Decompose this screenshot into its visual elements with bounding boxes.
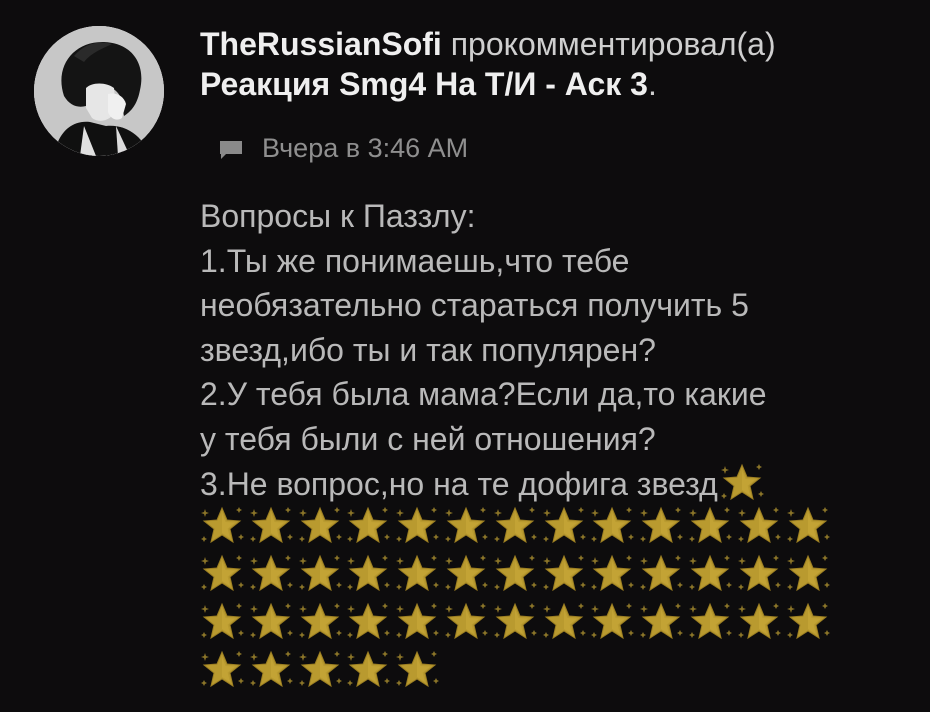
glowing-star-emoji (590, 504, 634, 548)
glowing-star-emoji (737, 600, 781, 644)
glowing-star-emoji (639, 600, 683, 644)
glowing-star-emoji (590, 600, 634, 644)
avatar[interactable] (34, 26, 164, 156)
glowing-star-emoji (786, 552, 830, 596)
glowing-star-emoji (298, 600, 342, 644)
star-row (200, 504, 900, 552)
body-line: необязательно стараться получить 5 (200, 287, 749, 323)
glowing-star-emoji (249, 648, 293, 692)
timestamp: Вчера в 3:46 AM (262, 132, 469, 163)
glowing-star-emoji (200, 504, 244, 548)
star-row (200, 648, 900, 696)
comment-meta: Вчера в 3:46 AM (218, 128, 468, 168)
body-line-text: 3.Не вопрос,но на те дофига звезд (200, 466, 718, 502)
glowing-star-emoji (249, 504, 293, 548)
glowing-star-emoji (298, 504, 342, 548)
glowing-star-emoji (542, 600, 586, 644)
glowing-star-emoji (395, 600, 439, 644)
body-line: 1.Ты же понимаешь,что тебе (200, 242, 630, 279)
star-row (200, 600, 900, 648)
avatar-image (34, 26, 164, 156)
comment-header: TheRussianSofi прокомментировал(а) Реакц… (200, 24, 920, 104)
glowing-star-emoji (737, 504, 781, 548)
glowing-star-emoji (786, 600, 830, 644)
comment-body: Вопросы к Паззлу: 1.Ты же понимаешь,что … (200, 194, 920, 507)
glowing-star-emoji (444, 600, 488, 644)
glowing-star-emoji (688, 552, 732, 596)
star-emoji-block (200, 504, 900, 696)
glowing-star-emoji (786, 504, 830, 548)
glowing-star-emoji (346, 552, 390, 596)
glowing-star-emoji (639, 504, 683, 548)
glowing-star-emoji (249, 600, 293, 644)
body-line: 2.У тебя была мама?Если да,то какие (200, 376, 767, 412)
glowing-star-emoji (200, 552, 244, 596)
post-title-suffix: . (647, 66, 657, 102)
username-link[interactable]: TheRussianSofi (200, 26, 442, 62)
glowing-star-emoji (737, 552, 781, 596)
glowing-star-emoji (493, 552, 537, 596)
post-title-link[interactable]: Реакция Smg4 На Т/И - Аск 3 (200, 66, 648, 102)
comment-icon (218, 137, 244, 159)
glowing-star-emoji (590, 552, 634, 596)
glowing-star-emoji (444, 552, 488, 596)
glowing-star-emoji (346, 600, 390, 644)
glowing-star-emoji (346, 504, 390, 548)
glowing-star-emoji (249, 552, 293, 596)
glowing-star-emoji (493, 504, 537, 548)
glowing-star-emoji (720, 461, 764, 505)
glowing-star-emoji (395, 552, 439, 596)
star-row (200, 552, 900, 600)
glowing-star-emoji (298, 648, 342, 692)
body-line-last: 3.Не вопрос,но на те дофига звезд (200, 461, 920, 507)
glowing-star-emoji (542, 552, 586, 596)
glowing-star-emoji (395, 504, 439, 548)
glowing-star-emoji (542, 504, 586, 548)
glowing-star-emoji (346, 648, 390, 692)
glowing-star-emoji (688, 504, 732, 548)
body-line: Вопросы к Паззлу: (200, 198, 476, 234)
action-text: прокомментировал(а) (450, 26, 776, 62)
glowing-star-emoji (639, 552, 683, 596)
body-line: у тебя были с ней отношения? (200, 420, 656, 457)
glowing-star-emoji (200, 600, 244, 644)
glowing-star-emoji (688, 600, 732, 644)
glowing-star-emoji (395, 648, 439, 692)
body-line: звезд,ибо ты и так популярен? (200, 331, 656, 368)
glowing-star-emoji (493, 600, 537, 644)
glowing-star-emoji (200, 648, 244, 692)
glowing-star-emoji (444, 504, 488, 548)
glowing-star-emoji (298, 552, 342, 596)
